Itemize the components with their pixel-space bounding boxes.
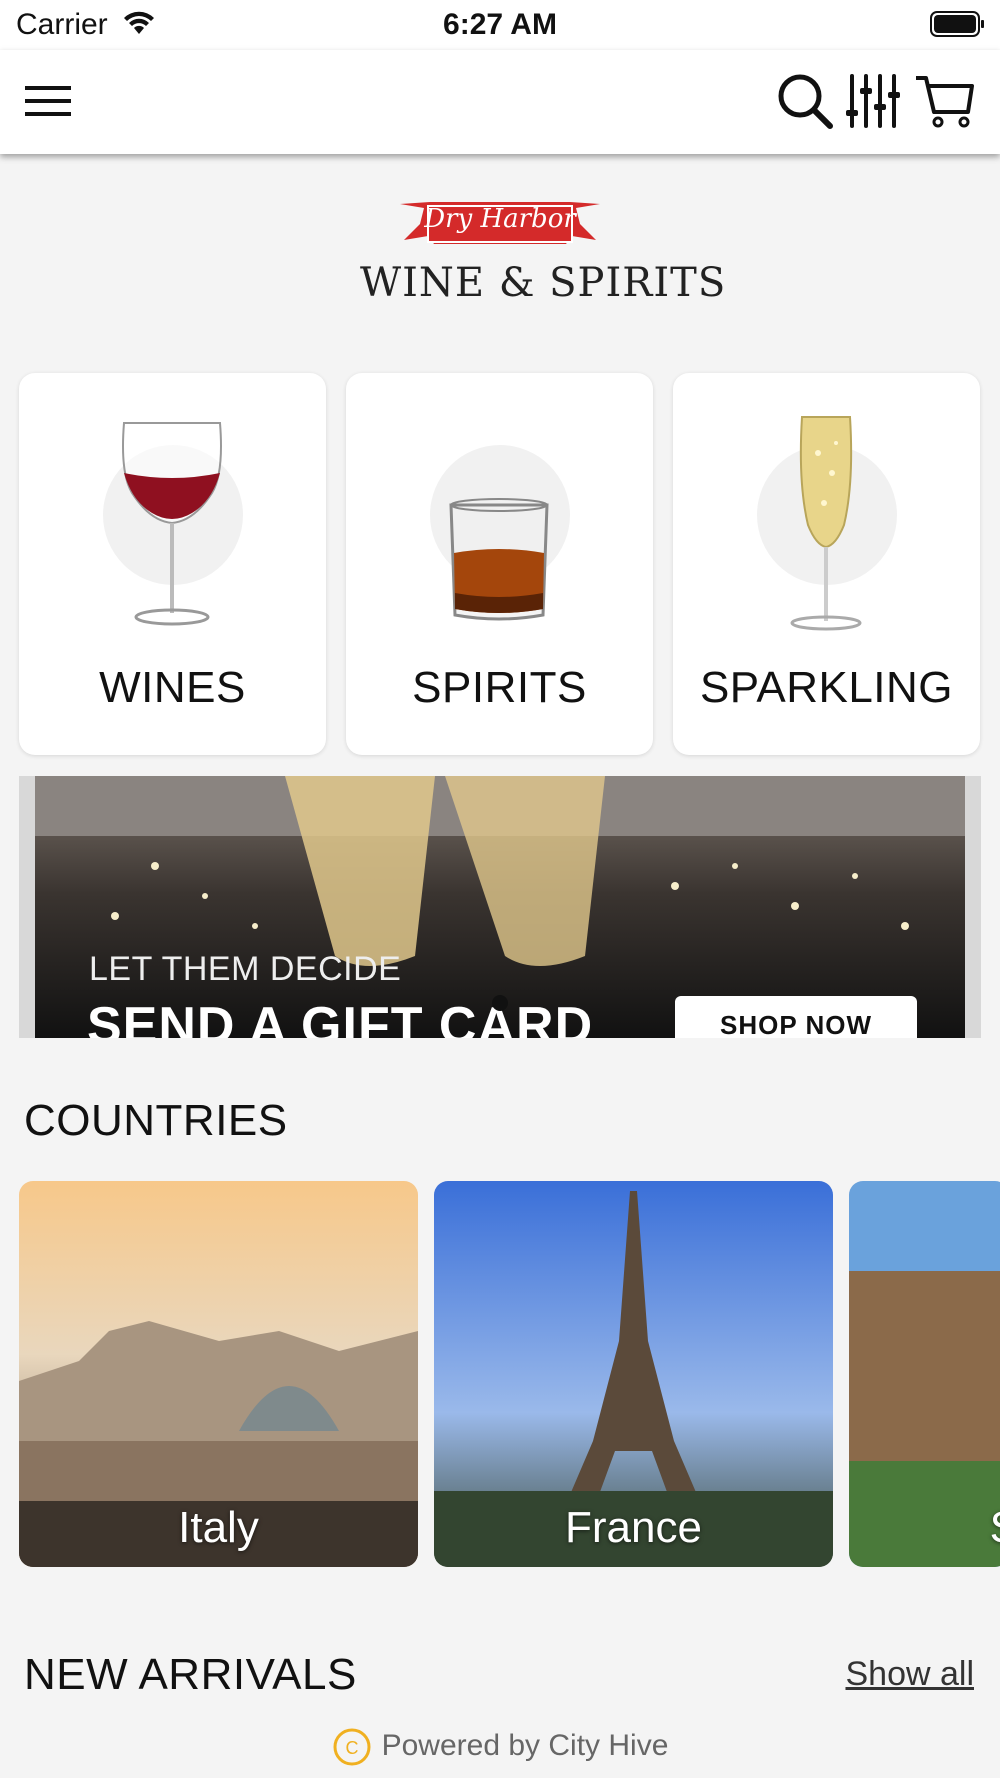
category-label: SPIRITS: [412, 663, 587, 712]
status-bar: Carrier 6:27 AM: [0, 0, 1000, 50]
country-name: Italy: [178, 1503, 259, 1552]
show-all-link[interactable]: Show all: [845, 1655, 974, 1694]
search-icon[interactable]: [774, 70, 836, 132]
category-card-wines[interactable]: WINES: [19, 373, 326, 755]
country-card-france[interactable]: France: [434, 1181, 833, 1567]
category-card-spirits[interactable]: SPIRITS: [346, 373, 653, 755]
countries-heading: COUNTRIES: [24, 1096, 288, 1145]
whiskey-glass-icon: [449, 498, 549, 621]
category-label: SPARKLING: [699, 663, 954, 712]
logo-ribbon-text: Dry Harbor: [424, 204, 576, 234]
champagne-flute-icon: [790, 416, 862, 631]
logo-wordmark: WINE & SPIRITS: [360, 260, 727, 306]
country-card-italy[interactable]: Italy: [19, 1181, 418, 1567]
new-arrivals-heading: NEW ARRIVALS: [24, 1650, 357, 1699]
svg-text:C: C: [345, 1738, 358, 1758]
carousel-indicator-dot[interactable]: [492, 995, 508, 1011]
top-nav-bar: [0, 50, 1000, 154]
banner-title: SEND A GIFT CARD: [87, 997, 594, 1038]
cart-icon[interactable]: [914, 70, 976, 132]
country-name: France: [565, 1503, 702, 1552]
powered-by-text: Powered by City Hive: [381, 1728, 669, 1762]
city-hive-logo-icon: C: [333, 1728, 371, 1766]
store-logo[interactable]: Dry Harbor WINE & SPIRITS: [360, 192, 727, 322]
powered-by-footer: C Powered by City Hive: [0, 1727, 1000, 1767]
banner-subtitle: LET THEM DECIDE: [89, 950, 402, 988]
country-card-partial[interactable]: S: [849, 1181, 1000, 1567]
category-card-sparkling[interactable]: SPARKLING: [673, 373, 980, 755]
menu-icon[interactable]: [22, 76, 74, 126]
filter-icon[interactable]: [842, 70, 904, 132]
wine-glass-icon: [122, 422, 222, 626]
category-label: WINES: [99, 663, 246, 712]
shop-now-button[interactable]: SHOP NOW: [675, 996, 917, 1038]
country-name: S: [859, 1503, 1000, 1553]
battery-icon: [930, 11, 984, 37]
status-time: 6:27 AM: [443, 8, 557, 41]
